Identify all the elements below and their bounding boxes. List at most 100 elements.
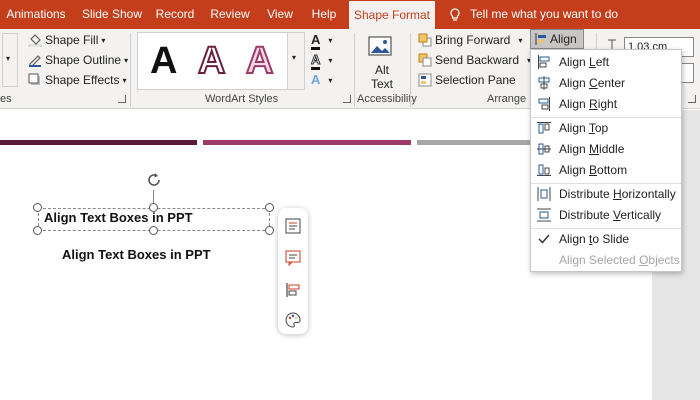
menu-item-distribute-horizontally[interactable]: Distribute Horizontally [531, 184, 681, 205]
shape-outline-button[interactable]: Shape Outline ▾ [28, 51, 128, 69]
align-left-icon [538, 55, 550, 69]
text-fill-button[interactable]: A ▾ [311, 31, 333, 50]
resize-handle-bottom[interactable] [149, 226, 158, 235]
wordart-style-outline-pink[interactable]: A [245, 37, 274, 85]
resize-handle-top-right[interactable] [265, 203, 274, 212]
align-top-icon [537, 122, 551, 134]
text-box-1-content[interactable]: Align Text Boxes in PPT [44, 210, 193, 225]
chevron-down-icon: ▾ [124, 56, 129, 65]
menu-item-align-center[interactable]: Align Center [531, 73, 681, 94]
send-backward-button[interactable]: Send Backward▾ [418, 51, 531, 69]
chevron-down-icon: ▾ [328, 36, 333, 45]
dialog-launcher-icon[interactable] [118, 95, 126, 103]
shape-fill-button[interactable]: Shape Fill ▾ [28, 31, 105, 49]
group-separator [354, 33, 355, 107]
alt-text-button[interactable]: Alt Text [362, 33, 402, 91]
chevron-down-icon: ▾ [518, 36, 523, 45]
tab-record[interactable]: Record [152, 0, 198, 29]
shape-effects-button[interactable]: Shape Effects ▾ [28, 71, 127, 89]
align-button[interactable]: Align▾ [530, 29, 584, 62]
selection-pane-label: Selection Pane [435, 73, 516, 87]
tell-me-search[interactable]: Tell me what you want to do [448, 0, 618, 29]
text-box-2-content[interactable]: Align Text Boxes in PPT [62, 247, 211, 262]
text-effects-button[interactable]: A ▾ [311, 71, 332, 89]
send-backward-icon [418, 53, 432, 67]
menu-label-post: orizontally [621, 187, 676, 201]
menu-item-align-top[interactable]: Align Top [531, 118, 681, 139]
menu-label-pre: Align [559, 232, 590, 246]
wordart-styles-group-label: WordArt Styles [205, 93, 279, 105]
menu-label-post: o Slide [592, 232, 630, 246]
menu-label-pre: Align [559, 163, 590, 177]
shape-effects-label: Shape Effects [45, 73, 120, 87]
selection-pane-button[interactable]: Selection Pane [418, 71, 516, 89]
menu-label-post: enter [597, 76, 626, 90]
menu-label-post: op [594, 121, 609, 135]
new-comment-icon[interactable] [285, 250, 301, 266]
align-middle-icon [537, 143, 551, 155]
shape-outline-label: Shape Outline [45, 53, 122, 67]
menu-label-pre: Align [559, 142, 590, 156]
align-objects-icon[interactable] [285, 282, 301, 298]
shape-fill-label: Shape Fill [45, 33, 99, 47]
chevron-down-icon: ▾ [6, 54, 11, 63]
tab-help[interactable]: Help [306, 0, 342, 29]
palette-icon[interactable] [285, 312, 301, 328]
tab-slide-show[interactable]: Slide Show [76, 0, 148, 29]
resize-handle-bottom-right[interactable] [265, 226, 274, 235]
wordart-style-black[interactable]: A [150, 37, 177, 85]
chevron-down-icon: ▾ [328, 56, 333, 65]
align-dropdown-menu: Align Left Align Center Align Right Alig… [530, 49, 682, 272]
pen-outline-icon [29, 55, 41, 67]
wordart-styles-gallery[interactable]: A A A [137, 32, 289, 90]
dialog-launcher-icon[interactable] [688, 95, 696, 103]
menu-label-pre: Distribute [559, 187, 614, 201]
alt-text-label-2: Text [370, 77, 393, 91]
tab-animations[interactable]: Animations [0, 0, 72, 29]
align-bottom-icon [537, 164, 551, 176]
menu-item-align-bottom[interactable]: Align Bottom [531, 160, 681, 181]
menu-accel-key: L [589, 55, 596, 69]
text-box-layout-icon[interactable] [285, 218, 301, 234]
ribbon-tab-bar: Animations Slide Show Record Review View… [0, 0, 700, 30]
shape-styles-gallery-scroll[interactable]: ▾ [2, 33, 18, 87]
menu-item-align-to-slide[interactable]: Align to Slide [531, 229, 681, 250]
wordart-gallery-scroll[interactable]: ▾ [287, 32, 305, 90]
tab-review[interactable]: Review [206, 0, 254, 29]
menu-label-post: iddle [599, 142, 625, 156]
menu-label-pre: Align [559, 55, 590, 69]
tab-view[interactable]: View [262, 0, 298, 29]
check-icon [538, 234, 550, 244]
align-icon [535, 33, 546, 45]
menu-label-post: ottom [597, 163, 628, 177]
menu-accel-key: B [589, 163, 598, 177]
menu-item-align-right[interactable]: Align Right [531, 94, 681, 115]
resize-handle-bottom-left[interactable] [33, 226, 42, 235]
wordart-style-outline-dark[interactable]: A [197, 37, 226, 85]
menu-accel-key: O [639, 253, 649, 267]
resize-handle-top-left[interactable] [33, 203, 42, 212]
slide-decor-band-dark [0, 140, 197, 145]
rotate-handle-icon[interactable] [144, 170, 164, 190]
menu-label-post: eft [595, 55, 610, 69]
chevron-down-icon: ▾ [292, 53, 297, 62]
align-button-label: Align [550, 32, 577, 46]
menu-accel-key: H [613, 187, 622, 201]
bring-forward-label: Bring Forward [435, 33, 511, 47]
dialog-launcher-icon[interactable] [343, 95, 351, 103]
shape-styles-group-label: es [0, 93, 12, 105]
menu-item-distribute-vertically[interactable]: Distribute Vertically [531, 205, 681, 226]
shape-effects-icon [28, 73, 40, 85]
group-separator [130, 33, 131, 107]
alt-text-picture-icon [368, 36, 392, 56]
tab-shape-format[interactable]: Shape Format [349, 0, 435, 30]
text-outline-button[interactable]: A ▾ [310, 51, 333, 70]
menu-label-post: ight [597, 97, 618, 111]
menu-item-align-selected-objects: Align Selected Objects [531, 250, 681, 271]
selection-pane-icon [418, 73, 432, 87]
menu-accel-key: R [589, 97, 598, 111]
menu-item-align-left[interactable]: Align Left [531, 52, 681, 73]
arrange-group-label: Arrange [487, 93, 527, 105]
bring-forward-button[interactable]: Bring Forward ▾ [418, 31, 522, 49]
menu-item-align-middle[interactable]: Align Middle [531, 139, 681, 160]
